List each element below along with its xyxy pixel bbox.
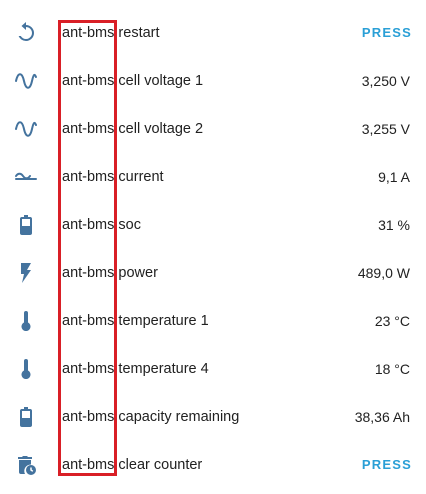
sine-wave-icon (14, 117, 38, 141)
entity-name: ant-bms restart (62, 25, 160, 41)
entity-value: 3,250 V (361, 73, 410, 89)
restart-icon (14, 21, 38, 45)
clear-counter-press-button[interactable]: PRESS (362, 441, 412, 489)
entity-row-power[interactable]: ant-bms power 489,0 W (0, 249, 426, 297)
thermometer-icon (14, 309, 38, 333)
entity-row-cell-voltage-2[interactable]: ant-bms cell voltage 2 3,255 V (0, 105, 426, 153)
entity-name: ant-bms cell voltage 2 (62, 121, 204, 137)
lightning-bolt-icon (14, 261, 38, 285)
entity-value: 9,1 A (378, 169, 410, 185)
entity-name: ant-bms power (62, 265, 158, 281)
battery-icon (14, 213, 38, 237)
entity-row-current[interactable]: ant-bms current 9,1 A (0, 153, 426, 201)
entity-name: ant-bms temperature 1 (62, 313, 209, 329)
entity-row-capacity-remaining[interactable]: ant-bms capacity remaining 38,36 Ah (0, 393, 426, 441)
entity-value: 18 °C (374, 361, 410, 377)
thermometer-icon (14, 357, 38, 381)
sine-wave-icon (14, 69, 38, 93)
battery-icon (14, 405, 38, 429)
entity-value: 489,0 W (357, 265, 410, 281)
restart-press-button[interactable]: PRESS (362, 9, 412, 57)
entity-row-restart[interactable]: ant-bms restart PRESS (0, 9, 426, 57)
entity-name: ant-bms temperature 4 (62, 361, 209, 377)
entity-list: ant-bms restart PRESS ant-bms cell volta… (0, 9, 426, 489)
entity-row-temperature-1[interactable]: ant-bms temperature 1 23 °C (0, 297, 426, 345)
entity-value: 3,255 V (361, 121, 410, 137)
entity-row-clear-counter[interactable]: ant-bms clear counter PRESS (0, 441, 426, 489)
current-ac-icon (14, 165, 38, 189)
entity-value: 38,36 Ah (354, 409, 410, 425)
entity-row-cell-voltage-1[interactable]: ant-bms cell voltage 1 3,250 V (0, 57, 426, 105)
entity-name: ant-bms current (62, 169, 164, 185)
entity-row-temperature-4[interactable]: ant-bms temperature 4 18 °C (0, 345, 426, 393)
entity-value: 31 % (378, 217, 410, 233)
entity-name: ant-bms capacity remaining (62, 409, 240, 425)
entity-value: 23 °C (374, 313, 410, 329)
delete-clock-icon (14, 453, 38, 477)
entity-row-soc[interactable]: ant-bms soc 31 % (0, 201, 426, 249)
entity-name: ant-bms soc (62, 217, 141, 233)
entity-name: ant-bms clear counter (62, 457, 203, 473)
entity-name: ant-bms cell voltage 1 (62, 73, 204, 89)
